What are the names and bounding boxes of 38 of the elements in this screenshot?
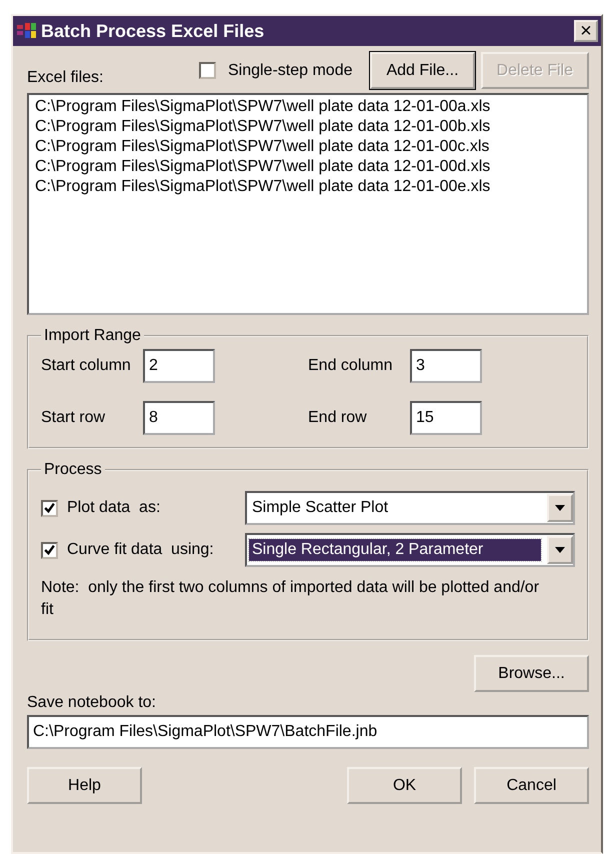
path-field[interactable]: C:\Program Files\SigmaPlot\SPW7\BatchFile.jnb [27, 715, 589, 749]
checkbox[interactable] [41, 542, 58, 558]
save-label: Save notebook to: [27, 694, 157, 712]
input-field[interactable]: 15 [410, 401, 482, 435]
dropdown[interactable]: Simple Scatter Plot [245, 491, 575, 525]
app-icon [16, 22, 38, 40]
checkbox-label: Curve fit data using: [67, 541, 215, 559]
dialog-button[interactable]: Cancel [474, 767, 589, 804]
checkbox-label: Plot data as: [67, 499, 162, 517]
group-title: Process [43, 461, 103, 479]
checkbox[interactable] [198, 62, 216, 79]
file-item[interactable]: C:\Program Files\SigmaPlot\SPW7\well plate data 12-01-00a.xls [35, 97, 581, 117]
file-item[interactable]: C:\Program Files\SigmaPlot\SPW7\well plate data 12-01-00e.xls [35, 177, 581, 197]
help-button[interactable]: Help [27, 767, 142, 804]
file-list[interactable] [27, 93, 589, 315]
dropdown-arrow-icon [555, 505, 565, 511]
dialog-button[interactable]: OK [347, 767, 462, 804]
file-item[interactable]: C:\Program Files\SigmaPlot\SPW7\well plate data 12-01-00c.xls [35, 137, 581, 157]
close-button[interactable]: × [574, 20, 598, 42]
field-label: Start row [41, 409, 106, 427]
dialog-button[interactable]: Add File... [370, 52, 475, 89]
dropdown[interactable]: Single Rectangular, 2 Parameter [245, 533, 575, 567]
field-label: End column [308, 357, 394, 375]
input-field[interactable]: 8 [143, 401, 215, 435]
input-field[interactable]: 2 [143, 349, 215, 383]
window-title: Batch Process Excel Files [41, 20, 266, 42]
checkbox[interactable] [41, 500, 58, 516]
file-item[interactable]: C:\Program Files\SigmaPlot\SPW7\well plate data 12-01-00d.xls [35, 157, 581, 177]
dropdown-arrow-icon [555, 547, 565, 553]
group-title: Import Range [43, 327, 142, 345]
files-label: Excel files: [27, 69, 104, 88]
file-item[interactable]: C:\Program Files\SigmaPlot\SPW7\well plate data 12-01-00b.xls [35, 117, 581, 137]
browse-button[interactable]: Browse... [474, 655, 589, 692]
input-field[interactable]: 3 [410, 349, 482, 383]
checkbox-label: Single-step mode [228, 62, 352, 80]
note-text: Note: only the first two columns of imported data will be plotted and/or fit [41, 578, 540, 620]
field-label: Start column [41, 357, 132, 375]
field-label: End row [308, 409, 368, 427]
